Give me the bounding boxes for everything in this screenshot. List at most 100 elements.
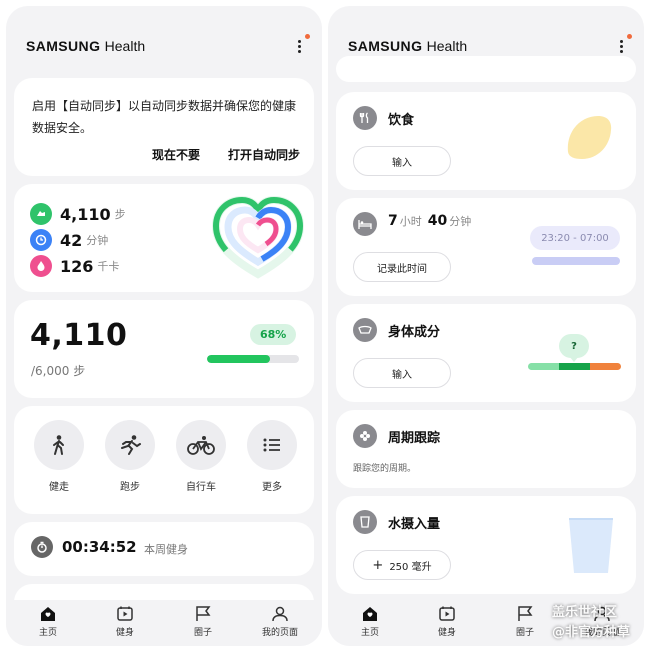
nav-fitness[interactable]: 健身 bbox=[95, 606, 155, 638]
body-composition-card[interactable]: 身体成分 输入 ? bbox=[336, 304, 636, 402]
activity-heart-rings bbox=[211, 195, 305, 279]
steps-unit: 步 bbox=[114, 208, 126, 221]
bottom-navigation: 主页 健身 圈子 我的页面 bbox=[6, 600, 322, 646]
water-intake-card[interactable]: 水摄入量 + 250 毫升 bbox=[336, 496, 636, 594]
brand-text: SAMSUNG bbox=[26, 38, 101, 54]
community-watermark: 盖乐世社区 @非官方种草 bbox=[552, 603, 648, 643]
sport-run-label: 跑步 bbox=[120, 482, 140, 493]
steps-progress-fill bbox=[207, 355, 270, 363]
record-sleep-button[interactable]: 记录此时间 bbox=[353, 252, 451, 282]
body-composition-title: 身体成分 bbox=[388, 325, 441, 340]
nav-together[interactable]: 圈子 bbox=[495, 606, 555, 638]
bed-icon bbox=[353, 212, 377, 236]
sleep-time-range: 23:20 - 07:00 bbox=[530, 226, 620, 250]
nav-fitness[interactable]: 健身 bbox=[417, 606, 477, 638]
lemon-illustration bbox=[567, 116, 612, 159]
shoe-icon bbox=[30, 203, 52, 225]
sport-run[interactable]: 跑步 bbox=[105, 420, 155, 493]
app-logo: SAMSUNG Health bbox=[26, 38, 145, 54]
list-icon bbox=[247, 420, 297, 470]
active-minutes-unit: 分钟 bbox=[86, 234, 109, 247]
flower-icon bbox=[353, 424, 377, 448]
cycle-tracking-card[interactable]: 周期跟踪 跟踪您的周期。 bbox=[336, 410, 636, 488]
app-bar: SAMSUNG Health bbox=[6, 6, 322, 78]
sleep-card[interactable]: 7 小时 40 分钟 记录此时间 23:20 - 07:00 bbox=[336, 198, 636, 296]
nav-fitness-label: 健身 bbox=[115, 628, 134, 638]
body-input-button[interactable]: 输入 bbox=[353, 358, 451, 388]
person-icon bbox=[272, 606, 288, 622]
nav-together[interactable]: 圈子 bbox=[173, 606, 233, 638]
workout-shortcuts-card: 健走 跑步 自行车 更多 bbox=[14, 406, 314, 514]
fitness-icon bbox=[117, 606, 133, 621]
app-logo: SAMSUNG Health bbox=[348, 38, 467, 54]
sleep-minutes-unit: 分钟 bbox=[449, 215, 472, 228]
steps-count: 4,110 bbox=[30, 318, 128, 353]
fork-knife-icon bbox=[353, 106, 377, 130]
home-icon bbox=[363, 607, 377, 621]
calories-unit: 千卡 bbox=[97, 260, 120, 273]
sleep-bar bbox=[532, 257, 620, 265]
active-minutes-value: 42 bbox=[60, 230, 83, 250]
sleep-minutes: 40 bbox=[427, 213, 448, 229]
nav-my-page[interactable]: 我的页面 bbox=[250, 606, 310, 638]
add-water-label: 250 毫升 bbox=[389, 561, 432, 573]
nav-home-label: 主页 bbox=[360, 628, 379, 638]
body-scale-low bbox=[528, 363, 559, 370]
sync-card: 启用【自动同步】以自动同步数据并确保您的健康数据安全。 现在不要 打开自动同步 bbox=[14, 78, 314, 176]
bike-icon bbox=[176, 420, 226, 470]
body-icon bbox=[353, 318, 377, 342]
sport-walk[interactable]: 健走 bbox=[34, 420, 84, 493]
nav-home[interactable]: 主页 bbox=[18, 606, 78, 638]
notification-dot bbox=[305, 34, 310, 39]
active-time-row: 42 分钟 bbox=[30, 228, 108, 252]
food-card[interactable]: 饮食 输入 bbox=[336, 92, 636, 190]
plus-icon: + bbox=[372, 557, 384, 573]
stopwatch-icon bbox=[31, 536, 53, 558]
cup-icon bbox=[353, 510, 377, 534]
sport-more[interactable]: 更多 bbox=[247, 420, 297, 493]
watermark-line-2: @非官方种草 bbox=[552, 625, 631, 640]
workout-time: 00:34:52 bbox=[62, 538, 137, 556]
activity-card[interactable]: 4,110 步 42 分钟 126 千卡 bbox=[14, 184, 314, 292]
sync-message: 启用【自动同步】以自动同步数据并确保您的健康数据安全。 bbox=[32, 99, 297, 135]
steps-goal: /6,000 步 bbox=[31, 364, 86, 378]
home-icon bbox=[41, 607, 55, 621]
notification-dot bbox=[627, 34, 632, 39]
body-scale-normal bbox=[559, 363, 590, 370]
sport-walk-label: 健走 bbox=[49, 482, 69, 493]
sport-bike-label: 自行车 bbox=[186, 482, 216, 493]
food-input-button[interactable]: 输入 bbox=[353, 146, 451, 176]
water-title: 水摄入量 bbox=[388, 517, 441, 532]
steps-card[interactable]: 4,110 /6,000 步 68% bbox=[14, 300, 314, 398]
food-title: 饮食 bbox=[388, 113, 415, 128]
add-water-button[interactable]: + 250 毫升 bbox=[353, 550, 451, 580]
more-options-icon[interactable] bbox=[620, 40, 624, 54]
fitness-icon bbox=[439, 606, 455, 621]
flag-icon bbox=[518, 606, 533, 621]
steps-value: 4,110 bbox=[60, 204, 111, 224]
calories-value: 126 bbox=[60, 256, 94, 276]
flag-icon bbox=[196, 606, 211, 621]
nav-together-label: 圈子 bbox=[515, 628, 534, 638]
sport-bike[interactable]: 自行车 bbox=[176, 420, 226, 493]
steps-row: 4,110 步 bbox=[30, 202, 126, 226]
cycle-subtitle: 跟踪您的周期。 bbox=[353, 464, 417, 474]
body-marker-tail bbox=[569, 356, 579, 362]
sleep-hours: 7 bbox=[388, 213, 398, 229]
brand-text: SAMSUNG bbox=[348, 38, 423, 54]
steps-progress-track bbox=[207, 355, 299, 363]
not-now-button[interactable]: 现在不要 bbox=[152, 146, 200, 163]
nav-together-label: 圈子 bbox=[193, 628, 212, 638]
clock-icon bbox=[30, 229, 52, 251]
more-options-icon[interactable] bbox=[298, 40, 302, 54]
walk-icon bbox=[34, 420, 84, 470]
sleep-hours-unit: 小时 bbox=[399, 215, 422, 228]
run-icon bbox=[105, 420, 155, 470]
partial-card-top bbox=[336, 56, 636, 82]
home-screen: SAMSUNG Health 启用【自动同步】以自动同步数据并确保您的健康数据安… bbox=[6, 6, 322, 646]
nav-home[interactable]: 主页 bbox=[340, 606, 400, 638]
enable-auto-sync-button[interactable]: 打开自动同步 bbox=[228, 146, 300, 163]
weekly-workout-card[interactable]: 00:34:52 本周健身 bbox=[14, 522, 314, 576]
body-scale-high bbox=[590, 363, 621, 370]
steps-percent-badge: 68% bbox=[250, 324, 297, 345]
